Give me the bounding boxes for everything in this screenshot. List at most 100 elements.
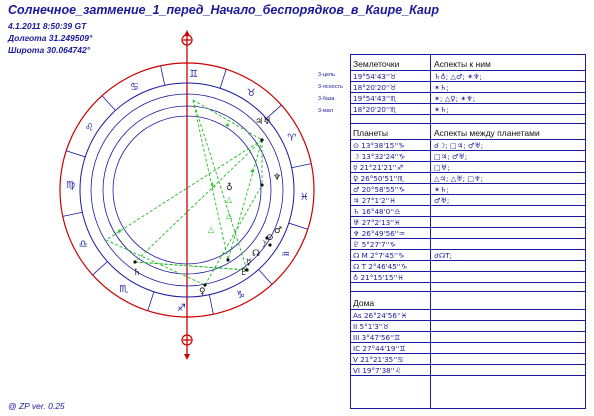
aspects-cell: ☌☽; □♃; ♂♅; — [434, 141, 484, 150]
position-cell: VI 19°7'38''♌ — [353, 366, 402, 375]
table-row: VI 19°7'38''♌ — [351, 365, 585, 376]
svg-text:△: △ — [226, 211, 233, 220]
position-cell: ⊙ 13°38'15''♑ — [353, 141, 405, 150]
earth-points-header: Землеточки — [353, 59, 400, 69]
table-row: ♂ 20°58'55''♑ ✶♄; — [351, 184, 585, 195]
table-row: ♁ 21°15'15''♓ — [351, 272, 585, 283]
moon-glyph: ☽ — [259, 240, 267, 250]
position-cell: 19°54'43''♉ — [353, 72, 397, 81]
aspects-cell: □♅; — [434, 163, 450, 172]
zodiac-sign-label: ♒ — [281, 250, 290, 261]
aspects-cell: ✶; △♀; ✶♆; — [434, 94, 476, 103]
table-row: III 3°47'56''♊ — [351, 332, 585, 343]
pluto-glyph: ♇ — [240, 268, 248, 278]
position-cell: ♅ 27°2'13''♓ — [353, 218, 401, 227]
position-cell: IC 27°44'19''♊ — [353, 344, 406, 353]
zodiac-sign-label: ♋ — [130, 82, 139, 93]
zodiac-sign-label: ♐ — [177, 303, 186, 314]
position-cell: ☿ 21°21'21''♐ — [353, 163, 404, 172]
neptune-glyph: ♆ — [273, 173, 281, 183]
table-row: 18°20'20''♏ ✶♄; — [351, 104, 585, 115]
svg-text:✶: ✶ — [249, 167, 256, 176]
position-cell: ☊ M 2°7'45''♑ — [353, 251, 405, 260]
version-footer: @ ZP ver. 0.25 — [8, 401, 65, 411]
level-label: 3-цель — [318, 72, 335, 78]
position-cell: As 26°24'56''♓ — [353, 311, 408, 320]
zodiac-sign-label: ♈ — [287, 133, 296, 144]
table-row: 19°54'43''♏ ✶; △♀; ✶♆; — [351, 93, 585, 104]
position-cell: ♀ 26°50'51''♏ — [353, 174, 404, 183]
zodiac-sign-label: ♌ — [85, 122, 94, 133]
planet-aspects-header: Аспекты между планетами — [434, 128, 540, 138]
aspects-cell: △♃; △♅; □♆; — [434, 174, 484, 183]
saturn-glyph: ♄ — [133, 268, 141, 278]
table-row: ♆ 26°49'56''♒ — [351, 228, 585, 239]
level-label: 3-база — [318, 96, 335, 102]
table-row: ♇ 5°27'7''♑ — [351, 239, 585, 250]
uranus-glyph: ♅ — [263, 117, 271, 127]
aspects-cell: ♂♅; — [434, 196, 450, 205]
svg-text:△: △ — [208, 225, 215, 234]
position-cell: II 5°1'3''♉ — [353, 322, 390, 331]
aspect-lines — [105, 99, 263, 286]
position-cell: ♆ 26°49'56''♒ — [353, 229, 406, 238]
table-row: As 26°24'56''♓ — [351, 310, 585, 321]
earth-glyph: ♁ — [226, 182, 233, 193]
table-row: ☊ M 2°7'45''♑ ☌☊T; — [351, 250, 585, 261]
table-row: V 21°21'35''♋ — [351, 354, 585, 365]
node-glyph: ☊ — [252, 249, 260, 259]
svg-text:✶: ✶ — [224, 121, 231, 130]
aspects-cell: □♃; ♂♅; — [434, 152, 468, 161]
houses-header: Дома — [353, 298, 375, 308]
position-cell: 18°20'20''♉ — [353, 83, 397, 92]
positions-table: Землеточки Аспекты к ним 19°54'43''♉ ♄♁; … — [350, 54, 586, 409]
table-row: ⊙ 13°38'15''♑ ☌☽; □♃; ♂♅; — [351, 140, 585, 151]
position-cell: ☽ 13°32'24''♑ — [353, 152, 406, 161]
table-row: ☿ 21°21'21''♐ □♅; — [351, 162, 585, 173]
position-cell: ♄ 16°48'0''♎ — [353, 207, 401, 216]
position-cell: ☊ T 2°46'45''♑ — [353, 262, 408, 271]
position-cell: ♂ 20°58'55''♑ — [353, 185, 406, 194]
position-cell: ♃ 27°1'2''♓ — [353, 196, 396, 205]
table-row: ♄ 16°48'0''♎ — [351, 206, 585, 217]
mercury-glyph: ☿ — [246, 258, 252, 268]
mars-glyph: ♂ — [274, 226, 282, 236]
aspects-cell: ☌☊T; — [434, 251, 453, 260]
level-label: 3-мал — [318, 108, 333, 114]
table-row: ♅ 27°2'13''♓ — [351, 217, 585, 228]
table-row: II 5°1'3''♉ — [351, 321, 585, 332]
zodiac-sign-label: ♎ — [79, 239, 88, 250]
position-cell: III 3°47'56''♊ — [353, 333, 401, 342]
position-cell: ♇ 5°27'7''♑ — [353, 240, 396, 249]
planets-header: Планеты — [353, 128, 388, 138]
zodiac-sign-label: ♊ — [189, 69, 198, 80]
zodiac-sign-label: ♑ — [236, 290, 245, 301]
zodiac-sign-label: ♉ — [247, 88, 256, 99]
zodiac-sign-label: ♍ — [66, 180, 75, 191]
table-row: ♃ 27°1'2''♓ ♂♅; — [351, 195, 585, 206]
level-label: 3-ясность — [318, 84, 343, 90]
aspects-to-points-header: Аспекты к ним — [434, 59, 491, 69]
zodiac-sign-label: ♏ — [119, 284, 128, 295]
table-row: ☽ 13°32'24''♑ □♃; ♂♅; — [351, 151, 585, 162]
svg-text:✶: ✶ — [116, 227, 123, 236]
position-cell: V 21°21'35''♋ — [353, 355, 404, 364]
position-cell: ♁ 21°15'15''♓ — [353, 273, 404, 282]
table-row: ☊ T 2°46'45''♑ — [351, 261, 585, 272]
venus-glyph: ♀ — [199, 287, 206, 297]
sun-glyph: ⊙ — [266, 233, 274, 243]
table-row: IC 27°44'19''♊ — [351, 343, 585, 354]
aspects-cell: ✶♄; — [434, 83, 449, 92]
aspects-cell: ✶♄; — [434, 185, 449, 194]
aspects-cell: ✶♄; — [434, 105, 449, 114]
table-row: ♀ 26°50'51''♏ △♃; △♅; □♆; — [351, 173, 585, 184]
table-row: 19°54'43''♉ ♄♁; △♂; ✶♆; — [351, 71, 585, 82]
svg-text:♄: ♄ — [210, 181, 217, 190]
jupiter-glyph: ♃ — [255, 117, 263, 127]
position-cell: 19°54'43''♏ — [353, 94, 397, 103]
table-row: 18°20'20''♉ ✶♄; — [351, 82, 585, 93]
position-cell: 18°20'20''♏ — [353, 105, 397, 114]
horoscope-wheel: ✶ ♄ △ △ △ ✶ ✶ ♉ ♈ ♓ ♒ ♑ ♐ ♏ ♎ ♍ ♌ ♋ ♊ 3-цель 3-яснос… — [59, 30, 343, 360]
aspects-cell: ♄♁; △♂; ✶♆; — [434, 72, 482, 81]
zodiac-sign-label: ♓ — [300, 192, 309, 203]
